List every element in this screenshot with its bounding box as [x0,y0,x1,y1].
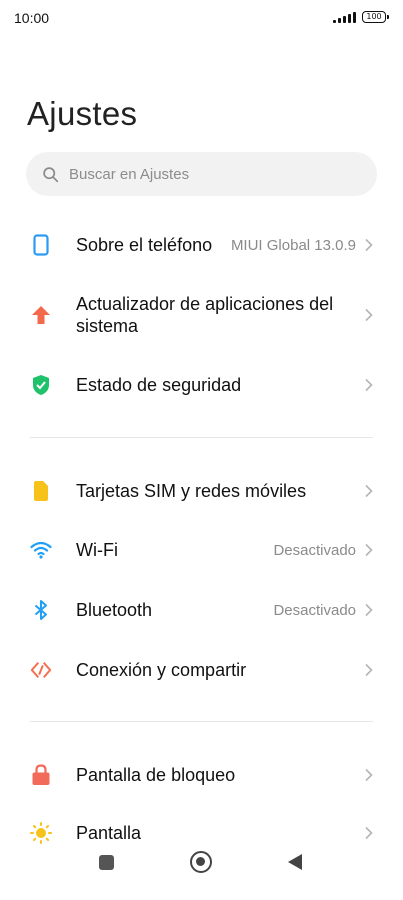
settings-item-lock-screen[interactable]: Pantalla de bloqueo [0,755,403,795]
status-time: 10:00 [14,10,50,26]
settings-item-wifi[interactable]: Wi-Fi Desactivado [0,530,403,570]
section-divider [30,721,373,722]
search-input[interactable] [69,165,339,183]
settings-item-bluetooth[interactable]: Bluetooth Desactivado [0,590,403,630]
chevron-right-icon [365,308,373,322]
item-label: Estado de seguridad [76,375,242,395]
item-value: Desactivado [273,601,356,619]
shield-check-icon [30,374,52,396]
recents-square-icon[interactable] [99,855,114,870]
phone-icon [30,234,52,256]
chevron-right-icon [365,543,373,557]
lock-icon [30,764,52,786]
chevron-right-icon [365,826,373,840]
wifi-icon [30,539,52,561]
battery-icon: 100 [362,11,389,23]
chevron-right-icon [365,603,373,617]
chevron-right-icon [365,238,373,252]
connection-share-icon [30,659,52,681]
home-circle-icon[interactable] [190,851,212,873]
chevron-right-icon [365,768,373,782]
search-icon [43,166,59,182]
search-bar[interactable] [26,152,377,196]
chevron-right-icon [365,484,373,498]
settings-item-system-app-updater[interactable]: Actualizador de aplicaciones del sistema [0,290,403,340]
item-label: Actualizador de aplicaciones del sistema [76,294,334,336]
signal-icon [333,11,356,23]
status-bar: 10:00 100 [0,0,403,36]
item-label: Wi-Fi [76,540,118,560]
item-label: Tarjetas SIM y redes móviles [76,481,307,501]
item-label: Bluetooth [76,600,153,620]
chevron-right-icon [365,663,373,677]
settings-item-connection-sharing[interactable]: Conexión y compartir [0,650,403,690]
item-value: MIUI Global 13.0.9 [230,236,356,254]
status-icons: 100 [333,11,389,23]
section-divider [30,437,373,438]
item-label: Pantalla [76,823,142,843]
item-label: Conexión y compartir [76,660,247,680]
sun-icon [30,822,52,844]
battery-level: 100 [366,12,382,21]
settings-item-security-status[interactable]: Estado de seguridad [0,365,403,405]
bluetooth-icon [30,599,52,621]
page-title: Ajustes [27,95,138,132]
sim-card-icon [30,480,52,502]
chevron-right-icon [365,378,373,392]
item-value: Desactivado [273,541,356,559]
settings-item-about-phone[interactable]: Sobre el teléfono MIUI Global 13.0.9 [0,225,403,265]
item-label: Pantalla de bloqueo [76,765,236,785]
item-label: Sobre el teléfono [76,235,213,255]
settings-item-sim-networks[interactable]: Tarjetas SIM y redes móviles [0,471,403,511]
back-triangle-icon[interactable] [288,854,302,870]
arrow-up-icon [30,304,52,326]
navigation-bar [0,844,403,900]
